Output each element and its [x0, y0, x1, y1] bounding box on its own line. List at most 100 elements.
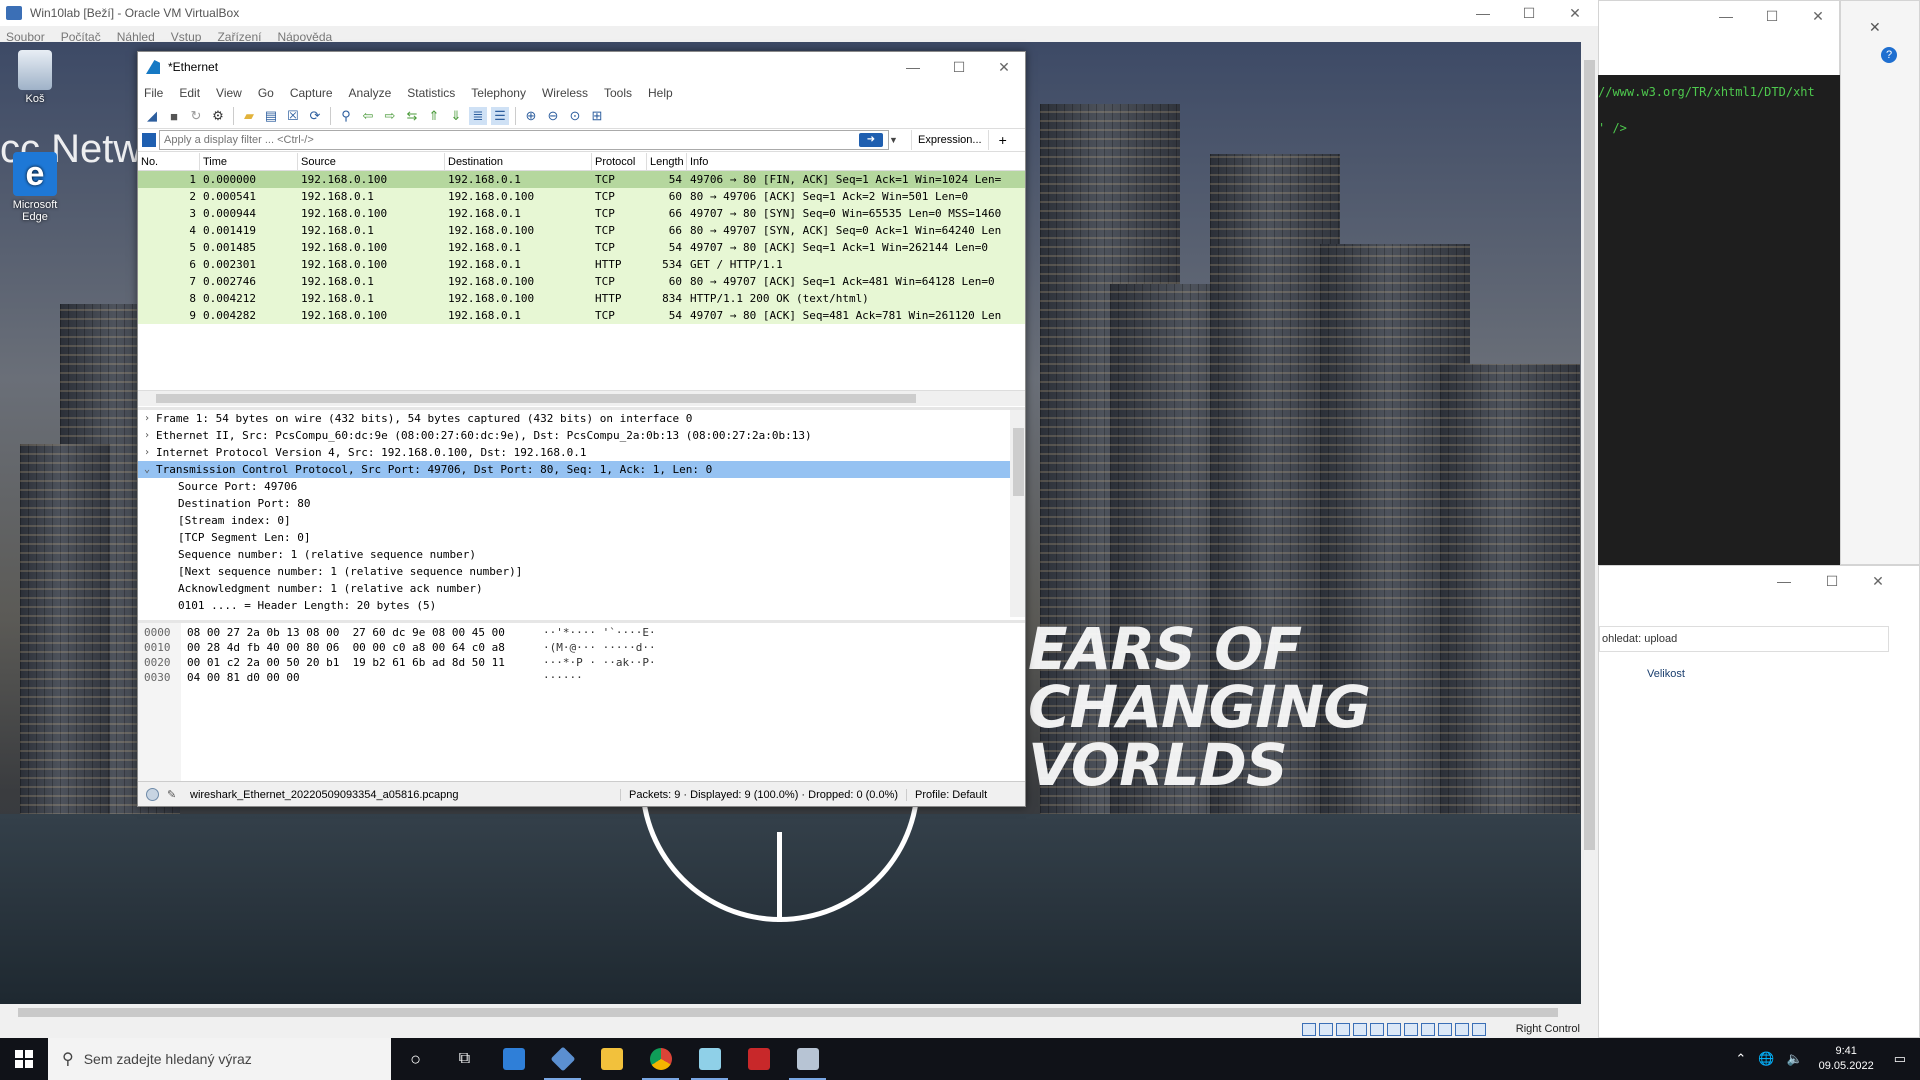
menu-capture[interactable]: Capture [290, 86, 333, 100]
zoom-normal-icon[interactable]: ⊙ [566, 107, 584, 125]
minimize-button[interactable]: — [1703, 3, 1749, 29]
packet-bytes[interactable]: 0000 08 00 27 2a 0b 13 08 00 27 60 dc 9e … [138, 620, 1025, 806]
explorer-search-input[interactable]: ohledat: upload [1599, 626, 1889, 652]
menu-view[interactable]: View [216, 86, 242, 100]
packet-row[interactable]: 5 0.001485 192.168.0.100 192.168.0.1 TCP 54 49… [138, 239, 1025, 256]
expert-info-icon[interactable] [146, 788, 159, 801]
network-icon[interactable] [1353, 1023, 1367, 1036]
start-button[interactable] [0, 1038, 48, 1080]
column-time[interactable]: Time [200, 153, 298, 171]
bytes-row[interactable]: 0010 00 28 4d fb 40 00 80 06 00 00 c0 a8 … [138, 640, 1025, 655]
expression-button[interactable]: Expression... [911, 130, 989, 150]
close-button[interactable]: ✕ [1855, 568, 1901, 594]
menu-go[interactable]: Go [258, 86, 274, 100]
menu-statistics[interactable]: Statistics [407, 86, 455, 100]
vbox-horizontal-scrollbar[interactable] [0, 1004, 1581, 1021]
minimize-button[interactable]: — [890, 54, 936, 80]
menu-file[interactable]: File [144, 86, 163, 100]
taskbar-chrome[interactable] [636, 1038, 685, 1080]
column-length[interactable]: Length [647, 153, 687, 171]
column-destination[interactable]: Destination [445, 153, 592, 171]
maximize-button[interactable]: ☐ [1506, 0, 1552, 26]
menu-edit[interactable]: Edit [179, 86, 200, 100]
cortana-button[interactable]: ○ [391, 1038, 440, 1080]
detail-tree-item[interactable]: › Internet Protocol Version 4, Src: 192.1… [138, 444, 1025, 461]
display-filter-input[interactable] [159, 130, 889, 150]
close-button[interactable]: ✕ [981, 54, 1025, 80]
detail-field[interactable]: [Stream index: 0] [138, 512, 1025, 529]
menu-analyze[interactable]: Analyze [349, 86, 392, 100]
detail-field[interactable]: 0101 .... = Header Length: 20 bytes (5) [138, 597, 1025, 614]
mouse-integration-icon[interactable] [1455, 1023, 1469, 1036]
bytes-row[interactable]: 0030 04 00 81 d0 00 00 ······ [138, 670, 1025, 685]
bytes-row[interactable]: 0000 08 00 27 2a 0b 13 08 00 27 60 dc 9e … [138, 625, 1025, 640]
packet-row[interactable]: 4 0.001419 192.168.0.1 192.168.0.100 TCP 66 80… [138, 222, 1025, 239]
autoscroll-icon[interactable]: ≣ [469, 107, 487, 125]
column-protocol[interactable]: Protocol [592, 153, 647, 171]
detail-tree-item[interactable]: › Frame 1: 54 bytes on wire (432 bits), 5… [138, 410, 1025, 427]
chevron-up-icon[interactable]: ⌃ [1735, 1051, 1746, 1067]
clock[interactable]: 9:41 09.05.2022 [1819, 1044, 1874, 1074]
menu-wireless[interactable]: Wireless [542, 86, 588, 100]
maximize-button[interactable]: ☐ [1809, 568, 1855, 594]
close-button[interactable]: ✕ [1795, 3, 1841, 29]
column-source[interactable]: Source [298, 153, 445, 171]
colorize-icon[interactable]: ☰ [491, 107, 509, 125]
network-icon[interactable]: 🌐 [1758, 1051, 1774, 1067]
detail-field[interactable]: [Next sequence number: 1 (relative seque… [138, 563, 1025, 580]
open-file-icon[interactable]: ▰ [240, 107, 258, 125]
packet-row[interactable]: 8 0.004212 192.168.0.1 192.168.0.100 HTTP 834… [138, 290, 1025, 307]
taskbar-file-explorer[interactable] [587, 1038, 636, 1080]
start-capture-icon[interactable]: ◢ [143, 107, 161, 125]
detail-field[interactable]: Acknowledgment number: 1 (relative ack n… [138, 580, 1025, 597]
save-file-icon[interactable]: ▤ [262, 107, 280, 125]
stop-capture-icon[interactable]: ■ [165, 107, 183, 125]
explorer-column-size[interactable]: Velikost [1647, 668, 1685, 680]
menu-help[interactable]: Help [648, 86, 673, 100]
packet-row[interactable]: 6 0.002301 192.168.0.100 192.168.0.1 HTTP 534… [138, 256, 1025, 273]
column-info[interactable]: Info [687, 153, 1025, 171]
find-packet-icon[interactable]: ⚲ [337, 107, 355, 125]
volume-muted-icon[interactable]: 🔈 [1786, 1051, 1802, 1067]
bytes-row[interactable]: 0020 00 01 c2 2a 00 50 20 b1 19 b2 61 6b … [138, 655, 1025, 670]
desktop-icon-edge[interactable]: e Microsoft Edge [0, 152, 70, 223]
filter-bookmark-icon[interactable] [142, 133, 156, 147]
close-icon[interactable]: ✕ [1869, 19, 1881, 36]
usb-icon[interactable] [1370, 1023, 1384, 1036]
help-icon[interactable]: ? [1881, 47, 1897, 63]
maximize-button[interactable]: ☐ [1749, 3, 1795, 29]
maximize-button[interactable]: ☐ [936, 54, 982, 80]
add-filter-button[interactable]: + [999, 132, 1007, 148]
taskbar-filezilla[interactable] [734, 1038, 783, 1080]
minimize-button[interactable]: — [1761, 568, 1807, 594]
profile-label[interactable]: Profile: Default [906, 788, 995, 801]
restart-capture-icon[interactable]: ↻ [187, 107, 205, 125]
audio-icon[interactable] [1336, 1023, 1350, 1036]
packet-row[interactable]: 2 0.000541 192.168.0.1 192.168.0.100 TCP 60 80… [138, 188, 1025, 205]
first-packet-icon[interactable]: ⇑ [425, 107, 443, 125]
zoom-out-icon[interactable]: ⊖ [544, 107, 562, 125]
detail-tree-item-selected[interactable]: ⌄ Transmission Control Protocol, Src Port… [138, 461, 1010, 478]
code-editor-pane[interactable]: //www.w3.org/TR/xhtml1/DTD/xht ' /> [1598, 75, 1840, 565]
resize-columns-icon[interactable]: ⊞ [588, 107, 606, 125]
minimize-button[interactable]: — [1460, 0, 1506, 26]
vbox-vertical-scrollbar[interactable] [1581, 42, 1598, 1004]
keyboard-icon[interactable] [1472, 1023, 1486, 1036]
packet-list-horizontal-scrollbar[interactable] [138, 390, 1025, 406]
detail-field[interactable]: Sequence number: 1 (relative sequence nu… [138, 546, 1025, 563]
cpu-icon[interactable] [1438, 1023, 1452, 1036]
packet-row[interactable]: 9 0.004282 192.168.0.100 192.168.0.1 TCP 54 49… [138, 307, 1025, 324]
detail-field[interactable]: [TCP Segment Len: 0] [138, 529, 1025, 546]
packet-details[interactable]: › Frame 1: 54 bytes on wire (432 bits), 5… [138, 407, 1025, 617]
detail-field[interactable]: Destination Port: 80 [138, 495, 1025, 512]
expand-icon[interactable]: › [138, 410, 156, 427]
apply-filter-icon[interactable]: ➜ [859, 133, 883, 147]
last-packet-icon[interactable]: ⇓ [447, 107, 465, 125]
desktop-icon-recycle-bin[interactable]: Koš [0, 50, 70, 105]
hdd-icon[interactable] [1302, 1023, 1316, 1036]
menu-tools[interactable]: Tools [604, 86, 632, 100]
capture-options-icon[interactable]: ⚙ [209, 107, 227, 125]
packet-details-scrollbar[interactable] [1010, 410, 1025, 617]
shared-folder-icon[interactable] [1387, 1023, 1401, 1036]
close-button[interactable]: ✕ [1552, 0, 1598, 26]
